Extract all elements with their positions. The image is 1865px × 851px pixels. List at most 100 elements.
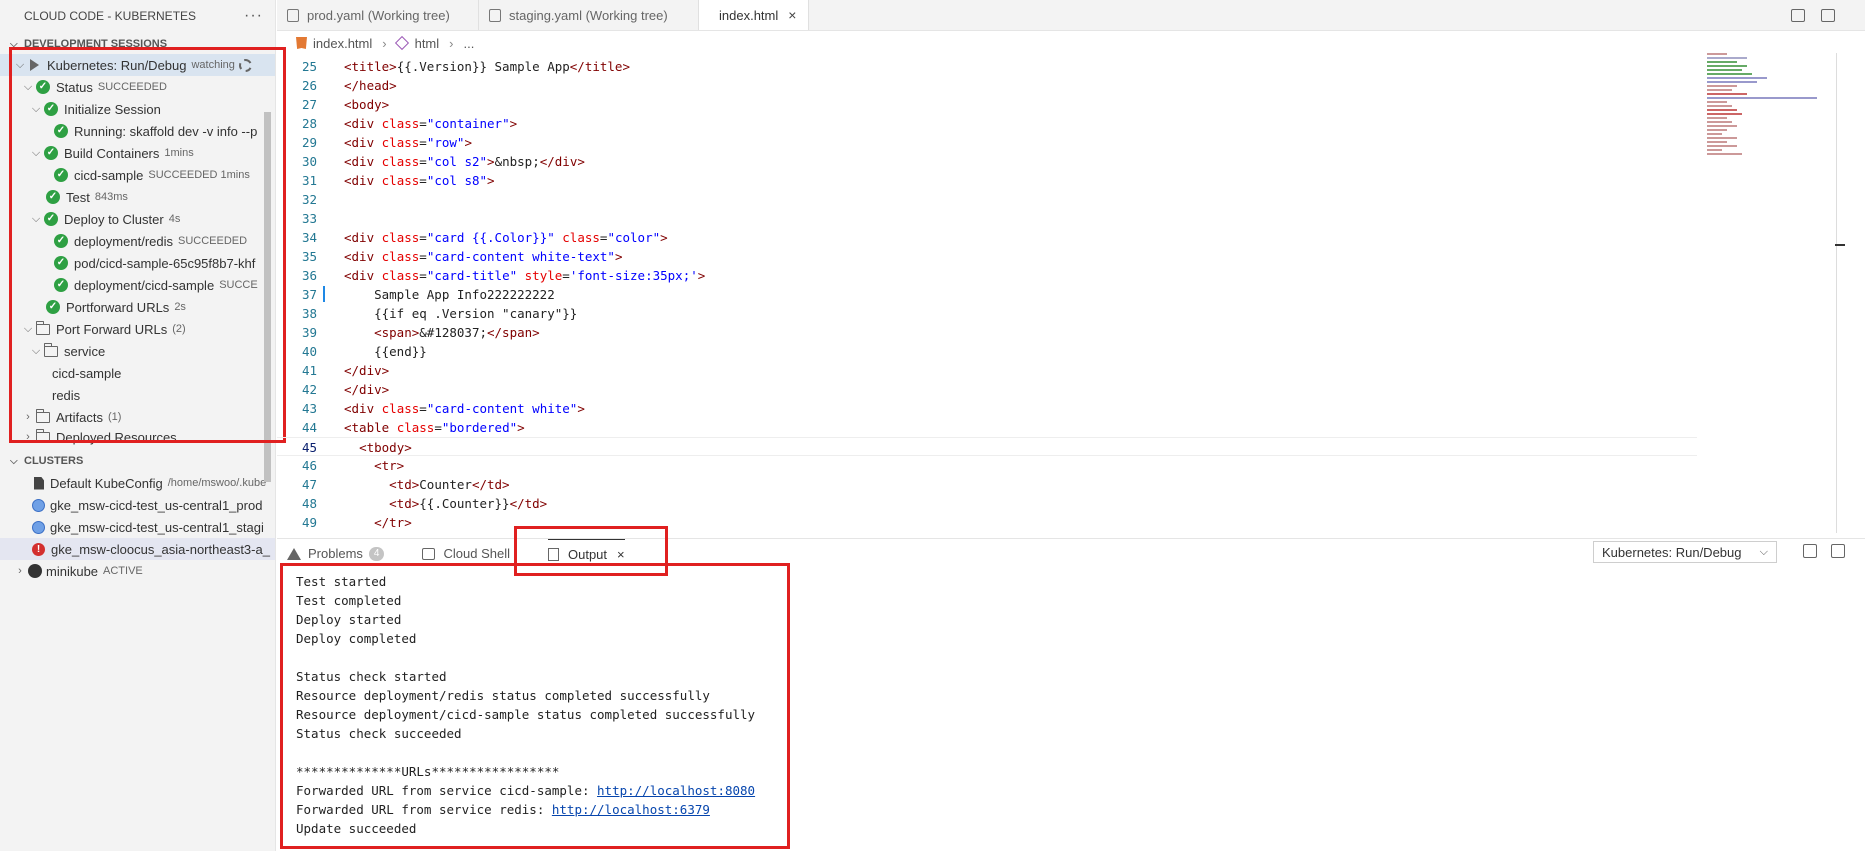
code-line[interactable]: 47 <td>Counter</td> — [277, 475, 1697, 494]
overview-ruler[interactable] — [1836, 53, 1837, 533]
cluster-gke-staging[interactable]: gke_msw-cicd-test_us-central1_stagi — [0, 516, 275, 538]
line-number: 45 — [301, 440, 317, 455]
code-line[interactable]: 43 <div class="card-content white"> — [277, 399, 1697, 418]
code-line[interactable]: 40 {{end}} — [277, 342, 1697, 361]
output-log[interactable]: Test started Test completed Deploy started… — [296, 572, 776, 838]
dev-sessions-header[interactable]: ⌵ DEVELOPMENT SESSIONS — [0, 34, 275, 54]
code-line[interactable]: 45 <tbody> — [277, 437, 1697, 456]
tree-item-pod[interactable]: ✓ pod/cicd-sample-65c95f8b7-khf — [0, 252, 275, 274]
gear-icon[interactable] — [238, 58, 252, 72]
close-icon[interactable]: × — [617, 547, 625, 562]
tab-output[interactable]: Output × — [547, 538, 625, 569]
more-actions-icon[interactable]: ··· — [244, 7, 263, 25]
tab-staging-yaml[interactable]: staging.yaml (Working tree) — [479, 0, 699, 30]
code-editor[interactable]: 25 <title>{{.Version}} Sample App</title>… — [277, 57, 1697, 535]
line-number: 44 — [301, 420, 317, 435]
tab-prod-yaml[interactable]: prod.yaml (Working tree) — [277, 0, 479, 30]
code-line[interactable]: 25 <title>{{.Version}} Sample App</title> — [277, 57, 1697, 76]
line-source: <span>&#128037;</span> — [317, 323, 540, 342]
code-line[interactable]: 29 <div class="row"> — [277, 133, 1697, 152]
tree-item-deploy[interactable]: ⌵ ✓ Deploy to Cluster 4s — [0, 208, 275, 230]
line-number: 39 — [301, 325, 317, 340]
output-link[interactable]: http://localhost:6379 — [552, 802, 710, 817]
code-line[interactable]: 26 </head> — [277, 76, 1697, 95]
code-token: > — [577, 401, 585, 416]
tree-item-artifacts[interactable]: › Artifacts (1) — [0, 406, 275, 428]
tree-item-test[interactable]: ✓ Test 843ms — [0, 186, 275, 208]
code-line[interactable]: 48 <td>{{.Counter}}</td> — [277, 494, 1697, 513]
cluster-gke-cloocus[interactable]: ! gke_msw-cloocus_asia-northeast3-a_ — [0, 538, 275, 560]
code-line[interactable]: 33 — [277, 209, 1697, 228]
line-number: 40 — [301, 344, 317, 359]
code-line[interactable]: 42 </div> — [277, 380, 1697, 399]
cluster-gke-prod[interactable]: gke_msw-cicd-test_us-central1_prod — [0, 494, 275, 516]
code-token: class — [381, 401, 420, 416]
tree-item-deployed[interactable]: › Deployed Resources — [0, 428, 275, 446]
tree-item-svc-redis[interactable]: redis — [0, 384, 275, 406]
code-line[interactable]: 38 {{if eq .Version "canary"}} — [277, 304, 1697, 323]
code-token: &nbsp; — [494, 154, 540, 169]
tab-cloud-shell[interactable]: Cloud Shell — [422, 539, 510, 569]
code-line[interactable]: 46 <tr> — [277, 456, 1697, 475]
tree-item-port-forward-urls[interactable]: ⌵ Port Forward URLs (2) — [0, 318, 275, 340]
tree-item-deployment-redis[interactable]: ✓ deployment/redis SUCCEEDED — [0, 230, 275, 252]
tree-item-initialize[interactable]: ⌵ ✓ Initialize Session — [0, 98, 275, 120]
code-line[interactable]: 35 <div class="card-content white-text"> — [277, 247, 1697, 266]
breadcrumb-more[interactable]: ... — [464, 36, 475, 51]
line-number: 48 — [301, 496, 317, 511]
code-token: <tbody> — [359, 440, 412, 455]
output-text: Forwarded URL from service redis: — [296, 802, 552, 817]
lock-icon[interactable] — [1831, 544, 1845, 558]
code-line[interactable]: 36 <div class="card-title" style='font-si… — [277, 266, 1697, 285]
line-source — [317, 190, 344, 209]
code-line[interactable]: 39 <span>&#128037;</span> — [277, 323, 1697, 342]
output-channel-select[interactable]: Kubernetes: Run/Debug ⌵ — [1593, 541, 1777, 563]
split-editor-icon[interactable] — [1821, 8, 1835, 22]
sidebar-scrollbar[interactable] — [264, 112, 271, 482]
line-source: <div class="col s8"> — [317, 171, 495, 190]
breadcrumb-file[interactable]: index.html — [313, 36, 372, 51]
code-line[interactable]: 37 Sample App Info222222222 — [277, 285, 1697, 304]
line-number: 37 — [301, 287, 317, 302]
tree-item-deployment-cicd[interactable]: ✓ deployment/cicd-sample SUCCE — [0, 274, 275, 296]
tree-item-running[interactable]: ✓ Running: skaffold dev -v info --p — [0, 120, 275, 142]
line-source: Sample App Info222222222 — [317, 285, 555, 304]
status-label: Status — [56, 79, 93, 95]
code-line[interactable]: 44 <table class="bordered"> — [277, 418, 1697, 437]
line-number: 30 — [301, 154, 317, 169]
code-line[interactable]: 34 <div class="card {{.Color}}" class="co… — [277, 228, 1697, 247]
output-text: Resource deployment/cicd-sample status c… — [296, 707, 756, 722]
code-line[interactable]: 28 <div class="container"> — [277, 114, 1697, 133]
chevron-right-icon: › — [449, 35, 454, 51]
clear-output-icon[interactable] — [1803, 544, 1817, 558]
code-line[interactable]: 49 </tr> — [277, 513, 1697, 532]
session-run-debug[interactable]: ⌵ Kubernetes: Run/Debug watching — [0, 54, 275, 76]
cluster-default-kubeconfig[interactable]: Default KubeConfig /home/mswoo/.kube — [0, 472, 275, 494]
tree-item-svc-cicd[interactable]: cicd-sample — [0, 362, 275, 384]
output-line: Test completed — [296, 591, 776, 610]
code-line[interactable]: 30 <div class="col s2">&nbsp;</div> — [277, 152, 1697, 171]
port-forward-desc: (2) — [172, 323, 186, 335]
line-source: {{if eq .Version "canary"}} — [317, 304, 577, 323]
minimap[interactable] — [1707, 53, 1827, 223]
line-source: {{end}} — [317, 342, 427, 361]
code-token: "card {{.Color}}" — [426, 230, 555, 245]
tree-item-cicd-sample[interactable]: ✓ cicd-sample SUCCEEDED 1mins — [0, 164, 275, 186]
tree-item-portforward[interactable]: ✓ Portforward URLs 2s — [0, 296, 275, 318]
vscode-window: CLOUD CODE - KUBERNETES ··· ⌵ DEVELOPMEN… — [0, 0, 1865, 851]
clusters-header[interactable]: ⌵ CLUSTERS — [0, 450, 275, 472]
code-line[interactable]: 27 <body> — [277, 95, 1697, 114]
cluster-minikube[interactable]: › minikube ACTIVE — [0, 560, 275, 582]
code-line[interactable]: 31 <div class="col s8"> — [277, 171, 1697, 190]
tree-item-service[interactable]: ⌵ service — [0, 340, 275, 362]
tab-problems[interactable]: Problems 4 — [287, 539, 385, 569]
open-changes-icon[interactable] — [1791, 8, 1805, 22]
tree-item-build[interactable]: ⌵ ✓ Build Containers 1mins — [0, 142, 275, 164]
output-link[interactable]: http://localhost:8080 — [597, 783, 755, 798]
code-line[interactable]: 41 </div> — [277, 361, 1697, 380]
close-icon[interactable]: × — [788, 7, 796, 23]
tree-item-status[interactable]: ⌵ ✓ Status SUCCEEDED — [0, 76, 275, 98]
breadcrumb-node[interactable]: html — [415, 36, 440, 51]
tab-index-html[interactable]: index.html × — [699, 0, 809, 30]
code-line[interactable]: 32 — [277, 190, 1697, 209]
